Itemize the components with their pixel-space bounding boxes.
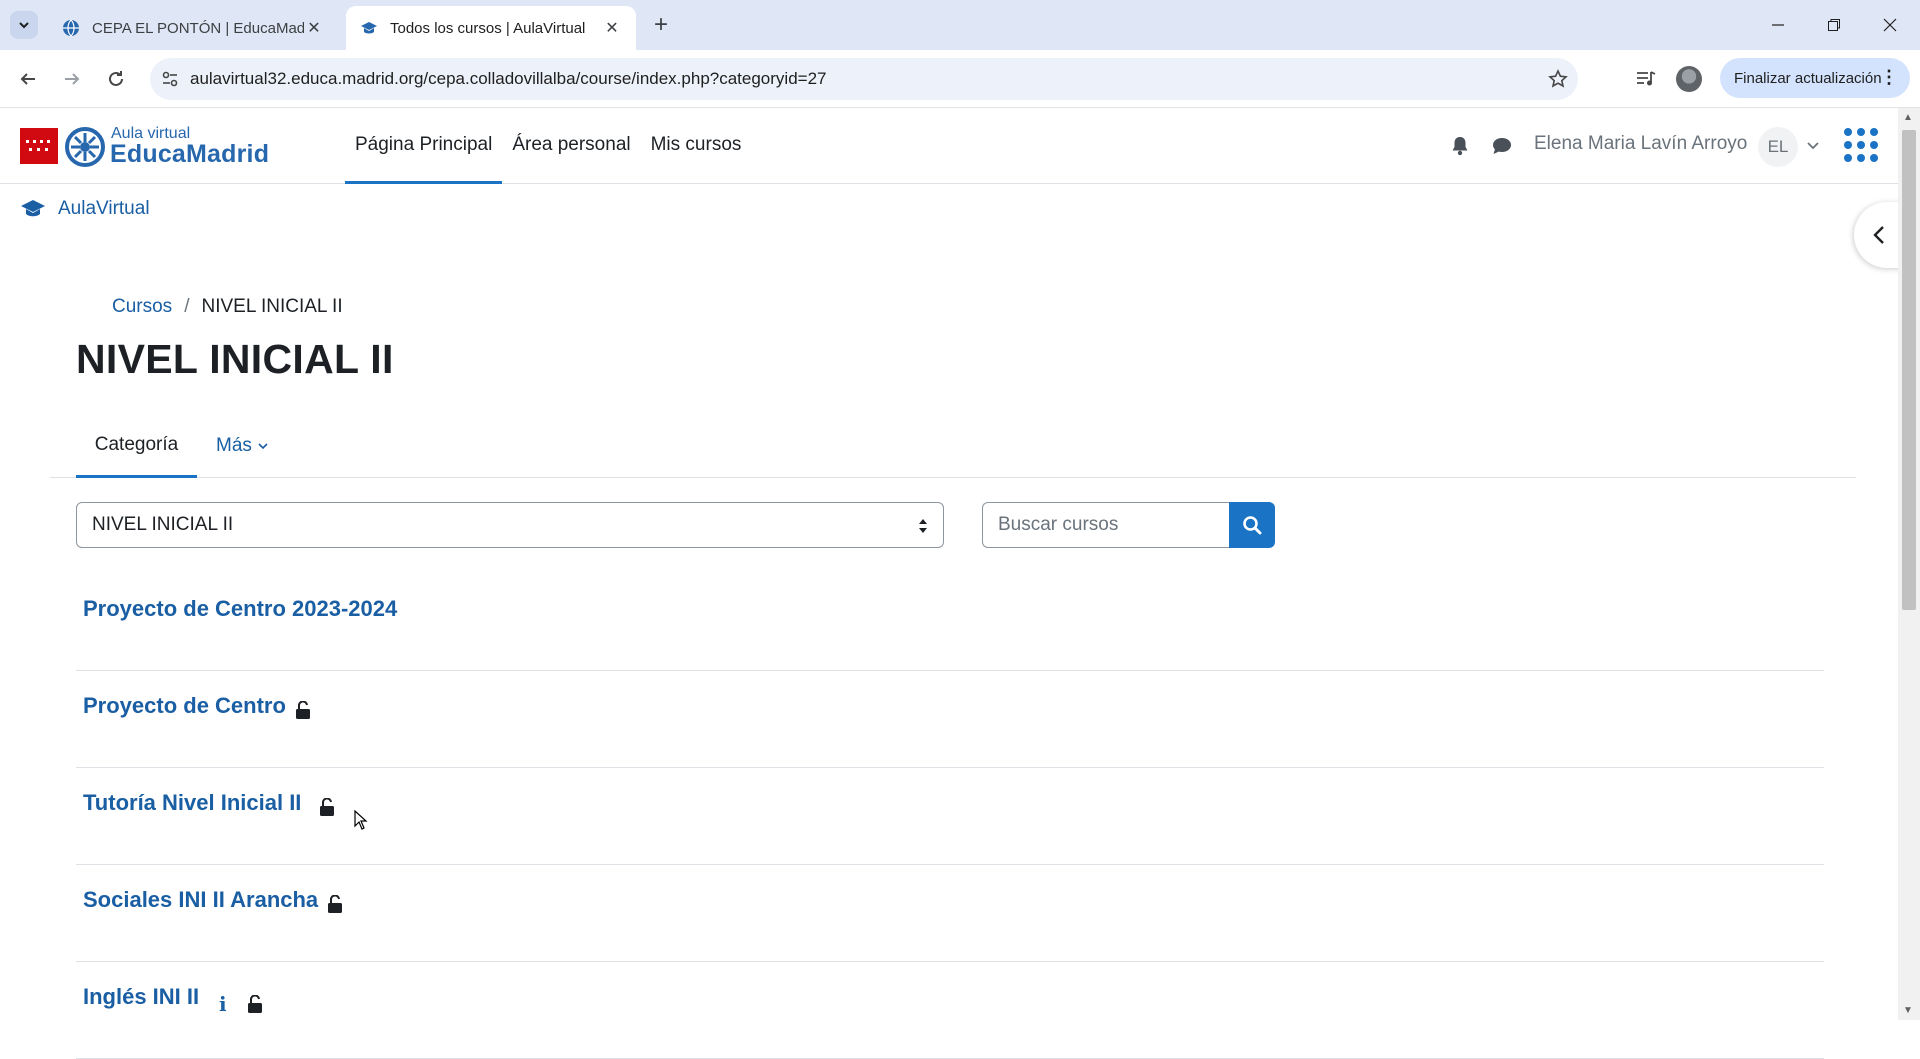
- info-icon[interactable]: i: [219, 992, 227, 1016]
- bookmark-star-icon[interactable]: [1538, 69, 1578, 89]
- apps-grid-icon[interactable]: [1844, 128, 1878, 162]
- chevron-left-icon: [1873, 226, 1884, 244]
- breadcrumb-separator: /: [184, 296, 190, 317]
- unlock-icon[interactable]: [295, 701, 311, 719]
- unlock-icon[interactable]: [247, 995, 263, 1013]
- scrollbar-thumb[interactable]: [1902, 130, 1916, 610]
- tab-mas[interactable]: Más: [216, 414, 269, 478]
- course-list: Proyecto de Centro 2023-2024 Proyecto de…: [76, 574, 1824, 1059]
- course-item: Tutoría Nivel Inicial II: [76, 768, 1824, 865]
- page-scrollbar[interactable]: ▲ ▼: [1898, 108, 1920, 1020]
- breadcrumb: Cursos / NIVEL INICIAL II: [112, 296, 343, 318]
- close-tab-icon[interactable]: ✕: [602, 18, 622, 38]
- chevron-down-icon[interactable]: [1806, 138, 1820, 152]
- course-icons: [305, 798, 335, 816]
- nav-area-personal[interactable]: Área personal: [502, 108, 640, 184]
- minimize-button[interactable]: [1750, 0, 1806, 50]
- graduation-cap-icon: [21, 200, 45, 217]
- forward-button[interactable]: [56, 63, 88, 95]
- course-item: Proyecto de Centro: [76, 671, 1824, 768]
- arrow-left-icon: [20, 73, 35, 85]
- select-arrows-icon: [919, 519, 927, 533]
- search-button[interactable]: [1229, 502, 1275, 548]
- media-control-icon[interactable]: [1630, 63, 1662, 95]
- finish-update-label: Finalizar actualización: [1734, 69, 1882, 87]
- restore-icon: [1828, 19, 1840, 31]
- course-icons: [313, 895, 343, 913]
- comunidad-madrid-logo[interactable]: [20, 128, 58, 164]
- site-home-label: AulaVirtual: [58, 198, 150, 219]
- new-tab-button[interactable]: +: [648, 11, 674, 38]
- course-link[interactable]: Inglés INI II: [83, 984, 199, 1010]
- globe-icon: [63, 19, 79, 37]
- scroll-down-arrow-icon[interactable]: ▼: [1903, 1005, 1913, 1016]
- scroll-up-arrow-icon[interactable]: ▲: [1903, 112, 1913, 123]
- tab-title: CEPA EL PONTÓN | EducaMadrid: [92, 19, 304, 37]
- breadcrumb-current: NIVEL INICIAL II: [201, 296, 343, 317]
- page-viewport: Aula virtual EducaMadrid Página Principa…: [0, 108, 1914, 1059]
- unlock-icon[interactable]: [319, 798, 335, 816]
- nav-pagina-principal[interactable]: Página Principal: [345, 108, 503, 184]
- messages-chat-icon[interactable]: [1490, 134, 1514, 158]
- tab-mas-label: Más: [216, 435, 252, 456]
- avatar-initials: EL: [1767, 137, 1789, 156]
- course-item: Proyecto de Centro 2023-2024: [76, 574, 1824, 671]
- course-link[interactable]: Proyecto de Centro 2023-2024: [83, 596, 397, 622]
- reload-button[interactable]: [100, 63, 132, 95]
- browser-toolbar: aulavirtual32.educa.madrid.org/cepa.coll…: [0, 50, 1920, 108]
- address-bar[interactable]: aulavirtual32.educa.madrid.org/cepa.coll…: [150, 58, 1578, 100]
- chevron-down-icon: [258, 443, 268, 450]
- category-select-value: NIVEL INICIAL II: [92, 514, 234, 535]
- course-link[interactable]: Tutoría Nivel Inicial II: [83, 790, 301, 816]
- search-courses-input[interactable]: Buscar cursos: [982, 502, 1230, 548]
- finish-update-button[interactable]: Finalizar actualización ⋮: [1720, 58, 1910, 98]
- browser-tab-strip: CEPA EL PONTÓN | EducaMadrid ✕ Todos los…: [0, 0, 1920, 50]
- site-header: Aula virtual EducaMadrid Página Principa…: [0, 108, 1898, 184]
- course-icons: i: [207, 992, 263, 1016]
- category-select[interactable]: NIVEL INICIAL II: [76, 502, 944, 548]
- tab-search-button[interactable]: [10, 11, 38, 39]
- back-button[interactable]: [12, 63, 44, 95]
- course-link[interactable]: Sociales INI II Arancha: [83, 887, 318, 913]
- browser-profile-avatar[interactable]: [1676, 66, 1702, 92]
- nav-mis-cursos[interactable]: Mis cursos: [641, 108, 752, 184]
- close-icon: [1883, 18, 1897, 32]
- course-item: Inglés INI II i: [76, 962, 1824, 1059]
- search-placeholder: Buscar cursos: [998, 514, 1119, 535]
- graduation-cap-icon: [361, 22, 377, 34]
- restore-button[interactable]: [1806, 0, 1862, 50]
- search-icon: [1243, 516, 1262, 535]
- site-info-icon[interactable]: [150, 58, 190, 100]
- user-name[interactable]: Elena Maria Lavín Arroyo: [1534, 133, 1747, 155]
- page-title: NIVEL INICIAL II: [76, 336, 394, 382]
- main-navigation: Página Principal Área personal Mis curso…: [345, 108, 751, 184]
- unlock-icon[interactable]: [327, 895, 343, 913]
- course-link[interactable]: Proyecto de Centro: [83, 693, 286, 719]
- breadcrumb-cursos[interactable]: Cursos: [112, 296, 172, 318]
- arrow-right-icon: [65, 73, 80, 85]
- url-text: aulavirtual32.educa.madrid.org/cepa.coll…: [190, 69, 827, 88]
- close-tab-icon[interactable]: ✕: [304, 18, 324, 38]
- minimize-icon: [1772, 24, 1784, 26]
- reload-icon: [109, 71, 123, 86]
- site-home-link[interactable]: AulaVirtual: [20, 198, 150, 220]
- mouse-cursor-icon: [354, 810, 368, 830]
- tab-categoria[interactable]: Categoría: [76, 414, 197, 478]
- more-vertical-icon[interactable]: ⋮: [1880, 68, 1898, 86]
- logo-title: EducaMadrid: [110, 140, 270, 168]
- browser-tab-cepa[interactable]: CEPA EL PONTÓN | EducaMadrid ✕: [48, 6, 338, 50]
- close-window-button[interactable]: [1862, 0, 1918, 50]
- user-avatar[interactable]: EL: [1758, 127, 1798, 167]
- notifications-bell-icon[interactable]: [1448, 134, 1472, 158]
- secondary-navigation: Categoría Más: [50, 414, 1856, 478]
- educamadrid-logo-icon[interactable]: [64, 126, 106, 168]
- chevron-down-icon: [19, 22, 29, 29]
- tab-title: Todos los cursos | AulaVirtual: [390, 19, 586, 37]
- course-item: Sociales INI II Arancha: [76, 865, 1824, 962]
- course-icons: [281, 701, 311, 719]
- browser-tab-aulavirtual[interactable]: Todos los cursos | AulaVirtual ✕: [346, 6, 636, 50]
